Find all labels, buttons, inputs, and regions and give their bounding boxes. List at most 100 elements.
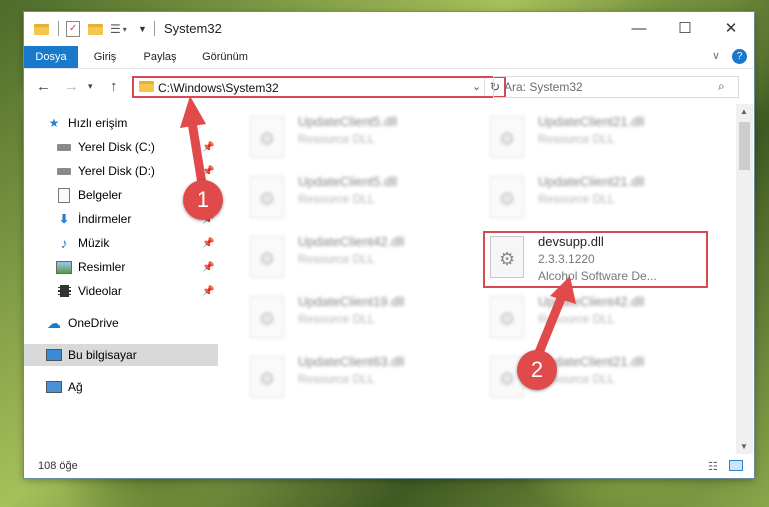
sidebar-item-this-pc[interactable]: Bu bilgisayar [24,344,218,366]
sidebar-item-label: OneDrive [68,316,119,330]
folder-icon [34,23,49,35]
chevron-down-icon: ▾ [122,24,127,34]
address-path: C:\Windows\System32 [158,81,279,95]
window-title: System32 [164,21,222,36]
sidebar-item-pictures[interactable]: Resimler 📌 [24,256,218,278]
scroll-up-arrow-icon[interactable]: ▲ [740,107,748,116]
file-item[interactable]: ⚙ UpdateClient42.dll Resource DLL [244,232,474,288]
file-description: Resource DLL [538,192,615,206]
search-input[interactable]: Ara: System32 ⌕ [493,76,739,98]
minimize-button[interactable]: — [616,12,662,44]
file-name: UpdateClient21.dll [538,174,645,189]
file-item[interactable]: ⚙ UpdateClient5.dll Resource DLL [244,172,474,228]
videos-icon [56,284,72,298]
file-description: Resource DLL [298,192,375,206]
navigation-pane: ★ Hızlı erişim Yerel Disk (C:) 📌 Yerel D… [24,104,218,454]
close-button[interactable]: ✕ [708,12,754,44]
sidebar-item-local-disk-d[interactable]: Yerel Disk (D:) 📌 [24,160,218,182]
dll-file-icon: ⚙ [250,356,284,398]
file-item[interactable]: ⚙ UpdateClient63.dll Resource DLL [244,352,474,408]
new-folder-icon [88,23,103,35]
tab-view[interactable]: Görünüm [192,46,258,68]
file-description: Resource DLL [538,312,615,326]
sidebar-item-quick-access[interactable]: ★ Hızlı erişim [24,112,218,134]
step-marker-2: 2 [517,350,557,390]
sidebar-item-label: Ağ [68,380,83,394]
scrollbar-thumb[interactable] [739,122,750,170]
documents-icon [56,187,72,203]
large-icons-view-icon[interactable] [729,460,743,471]
explorer-window: ✓ ☰ ▾ ▼ System32 — ☐ ✕ Dosya Giriş Payla… [24,12,754,478]
sidebar-item-label: Yerel Disk (C:) [78,140,155,154]
customize-toolbar-button[interactable]: ☰ ▾ [110,20,127,38]
file-name: UpdateClient21.dll [538,114,645,129]
tab-file[interactable]: Dosya [24,46,78,68]
quick-access-toolbar [34,20,49,38]
up-arrow-icon[interactable]: ↑ [110,78,118,95]
sidebar-item-label: Hızlı erişim [68,116,128,130]
search-icon[interactable]: ⌕ [718,79,725,94]
file-description: Resource DLL [298,132,375,146]
tab-home[interactable]: Giriş [82,46,128,68]
toolbar-dropdown[interactable]: ▼ [138,20,147,38]
file-description: Resource DLL [298,312,375,326]
forward-arrow-icon[interactable]: → [64,78,79,95]
sidebar-item-label: İndirmeler [78,212,132,226]
dll-file-icon: ⚙ [250,176,284,218]
network-icon [46,380,62,394]
sidebar-item-label: Bu bilgisayar [68,348,137,362]
address-bar[interactable]: C:\Windows\System32 ⌄ ↻ [132,76,506,98]
file-item[interactable]: ⚙ UpdateClient21.dll Resource DLL [484,172,714,228]
new-folder-button[interactable] [88,20,103,38]
divider [154,21,155,36]
search-placeholder: Ara: System32 [504,80,583,94]
sidebar-item-network[interactable]: Ağ [24,376,218,398]
help-button[interactable]: ? [732,49,747,64]
navigation-bar: ← → ▾ ↑ C:\Windows\System32 ⌄ ↻ Ara: Sys… [24,69,754,103]
chevron-down-icon[interactable]: ⌄ [472,80,481,93]
list-icon: ☰ [110,22,121,36]
file-name: UpdateClient5.dll [298,174,398,189]
dll-file-icon: ⚙ [490,116,524,158]
pin-icon: 📌 [202,237,215,249]
file-item[interactable]: ⚙ UpdateClient42.dll Resource DLL [484,292,714,348]
file-name: UpdateClient63.dll [298,354,405,369]
computer-icon [46,348,62,362]
sidebar-item-label: Videolar [78,284,122,298]
step-marker-1: 1 [183,180,223,220]
properties-icon: ✓ [66,21,80,37]
status-bar: 108 öğe ☷ [24,456,754,478]
file-item[interactable]: ⚙ UpdateClient5.dll Resource DLL [244,112,474,168]
sidebar-item-local-disk-c[interactable]: Yerel Disk (C:) 📌 [24,136,218,158]
dll-file-icon: ⚙ [250,296,284,338]
drive-icon [56,140,72,154]
maximize-button[interactable]: ☐ [662,12,708,44]
pin-icon: 📌 [202,141,215,153]
tab-share[interactable]: Paylaş [134,46,186,68]
pin-icon: 📌 [202,261,215,273]
scroll-down-arrow-icon[interactable]: ▼ [740,442,748,451]
recent-locations-icon[interactable]: ▾ [88,81,93,92]
pin-icon: 📌 [202,165,215,177]
pictures-icon [56,260,72,274]
file-name: UpdateClient42.dll [298,234,405,249]
drive-icon [56,164,72,178]
dll-file-icon: ⚙ [250,236,284,278]
sidebar-item-label: Müzik [78,236,110,250]
properties-button[interactable]: ✓ [66,20,80,38]
file-item[interactable]: ⚙ UpdateClient21.dll Resource DLL [484,112,714,168]
folder-icon [139,81,154,92]
file-highlight-box [483,231,708,288]
back-arrow-icon[interactable]: ← [36,78,51,95]
sidebar-item-music[interactable]: ♪ Müzik 📌 [24,232,218,254]
expand-ribbon-icon[interactable]: ∨ [712,49,720,62]
file-name: UpdateClient19.dll [298,294,405,309]
sidebar-item-label: Resimler [78,260,126,274]
sidebar-item-videos[interactable]: Videolar 📌 [24,280,218,302]
file-item[interactable]: ⚙ UpdateClient19.dll Resource DLL [244,292,474,348]
vertical-scrollbar[interactable]: ▲ ▼ [736,104,753,454]
details-view-icon[interactable]: ☷ [708,460,718,473]
pin-icon: 📌 [202,285,215,297]
sidebar-item-onedrive[interactable]: ☁ OneDrive [24,312,218,334]
sidebar-item-label: Yerel Disk (D:) [78,164,155,178]
